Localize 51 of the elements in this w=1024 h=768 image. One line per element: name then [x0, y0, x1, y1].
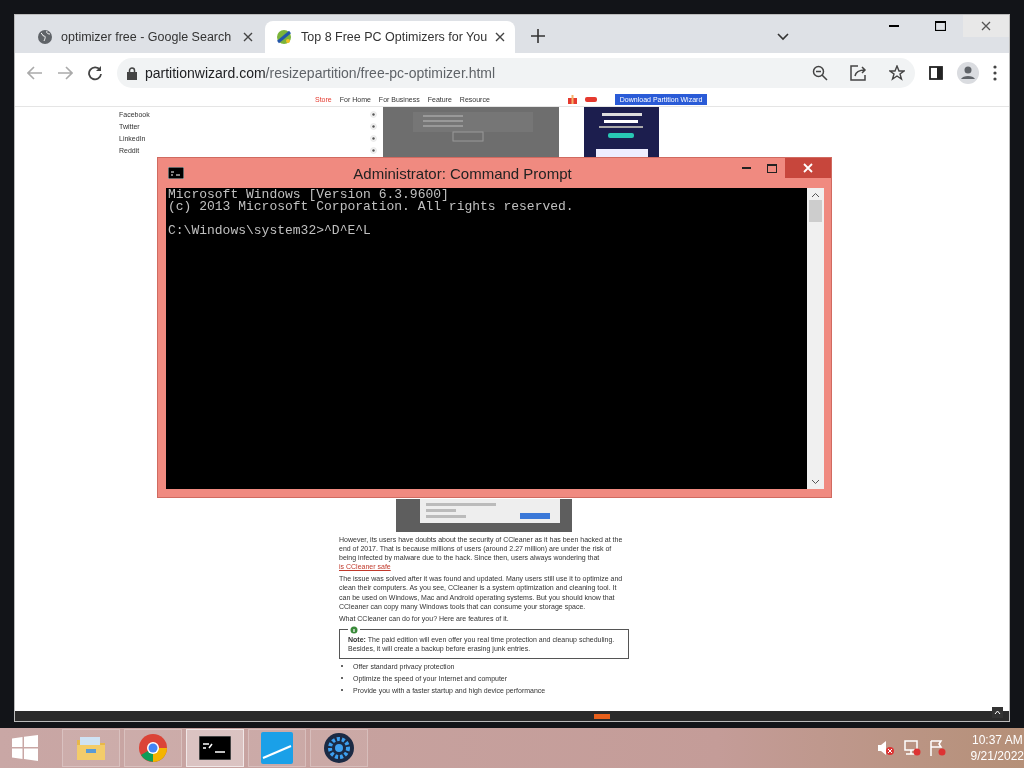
lock-icon	[127, 66, 137, 80]
arrow-down-icon[interactable]	[811, 479, 820, 485]
browser-tab[interactable]: Top 8 Free PC Optimizers for You	[265, 21, 516, 53]
close-icon	[803, 163, 813, 173]
gear-icon	[323, 732, 355, 764]
flag-icon[interactable]	[928, 740, 947, 756]
terminal-icon	[199, 736, 231, 760]
minimize-icon	[889, 25, 899, 27]
gift-icon	[567, 95, 577, 104]
console-line: (c) 2013 Microsoft Corporation. All rights reserved.	[168, 201, 575, 213]
close-icon[interactable]	[243, 32, 253, 42]
minimize-icon	[741, 167, 751, 169]
console-prompt: C:\Windows\system32>^D^E^L	[168, 225, 372, 237]
scrollbar-thumb[interactable]	[809, 200, 822, 222]
tile-icon	[261, 732, 293, 764]
close-button[interactable]	[785, 158, 831, 178]
console-line: Microsoft Windows [Version 6.3.9600]	[168, 189, 450, 201]
window-title: Administrator: Command Prompt	[352, 164, 573, 182]
taskbar-app[interactable]	[310, 729, 368, 767]
address-bar[interactable]: partitionwizard.com/resizepartition/free-pc-optimizer.html	[117, 58, 915, 88]
maximize-icon	[767, 163, 777, 173]
url-text: partitionwizard.com/resizepartition/free-pc-optimizer.html	[145, 65, 496, 81]
maximize-icon	[934, 21, 946, 31]
star-icon[interactable]	[889, 65, 905, 81]
arrow-up-icon[interactable]	[811, 192, 820, 198]
chevron-down-icon[interactable]	[777, 33, 789, 41]
info-icon	[348, 625, 360, 634]
terminal-icon	[168, 167, 184, 179]
folder-icon	[76, 735, 106, 761]
network-icon[interactable]	[902, 740, 921, 756]
accept-button[interactable]	[594, 713, 610, 719]
caret-up-icon	[994, 709, 1001, 716]
taskbar-app[interactable]	[186, 729, 244, 767]
new-tab-icon[interactable]	[531, 29, 546, 43]
menu-icon[interactable]	[993, 65, 997, 81]
browser-tab[interactable]: optimizer free - Google Search	[27, 21, 263, 53]
profile-icon[interactable]	[957, 62, 979, 84]
side-panel-icon[interactable]	[929, 66, 943, 80]
zoom-out-icon[interactable]	[812, 65, 828, 81]
windows-start-icon[interactable]	[12, 735, 38, 761]
close-icon[interactable]	[495, 32, 506, 42]
muted-speaker-icon[interactable]	[876, 740, 895, 756]
badge	[584, 97, 597, 102]
scrollbar[interactable]	[807, 188, 824, 489]
chrome-icon	[138, 733, 168, 763]
close-icon	[981, 21, 991, 31]
scroll-top-button[interactable]	[992, 707, 1003, 718]
tools-icon	[275, 29, 293, 45]
globe-icon	[37, 29, 53, 45]
reload-icon[interactable]	[87, 65, 103, 81]
share-icon[interactable]	[850, 65, 867, 81]
